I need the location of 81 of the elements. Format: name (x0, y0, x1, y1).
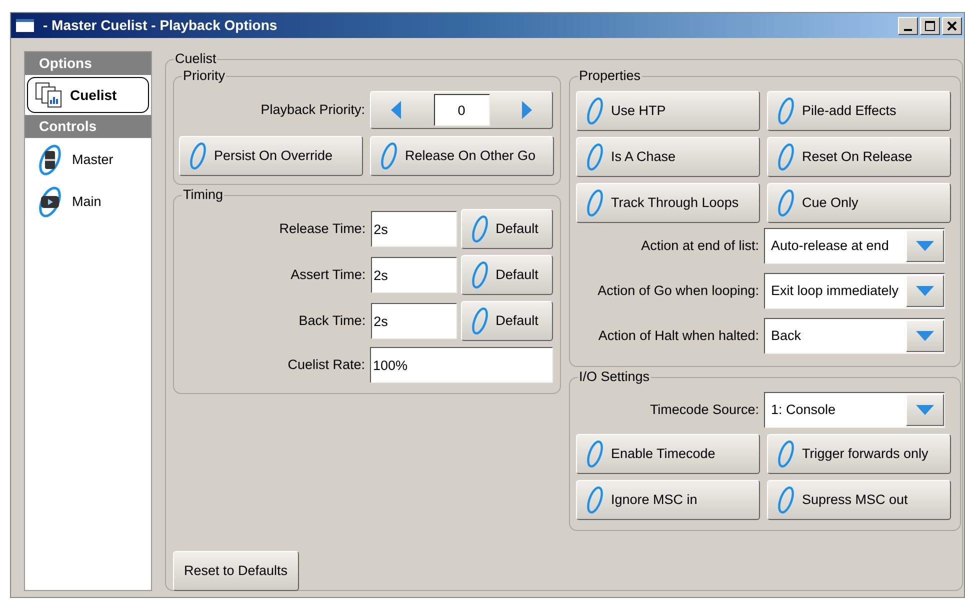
field-label: Action of Halt when halted: (597, 326, 760, 345)
dropdown-value: 1: Console (770, 400, 837, 419)
oval-icon (470, 306, 490, 336)
dropdown-arrow-icon (916, 405, 934, 415)
maximize-icon (925, 20, 935, 30)
close-icon (947, 20, 957, 30)
text-field[interactable]: 2s (370, 211, 457, 247)
field-label: Playback Priority: (260, 100, 366, 119)
oval-icon (470, 214, 490, 244)
toggle-button[interactable]: Enable Timecode (576, 434, 760, 474)
default-button[interactable]: Default (460, 209, 553, 249)
oval-icon (776, 142, 796, 172)
oval-icon (776, 485, 796, 515)
dropdown-arrow-icon (916, 241, 934, 251)
dropdown-value: Auto-release at end (770, 236, 890, 255)
dropdown-value: Exit loop immediately (770, 282, 900, 300)
toggle-button[interactable]: Ignore MSC in (576, 480, 760, 520)
toggle-button[interactable]: Reset On Release (767, 137, 951, 177)
oval-icon (585, 96, 605, 126)
dropdown-arrow-icon (916, 286, 934, 296)
oval-icon (379, 141, 399, 171)
oval-icon (776, 96, 796, 126)
dropdown-button[interactable] (906, 230, 944, 262)
section-header: Controls (25, 115, 151, 138)
toggle-button[interactable]: Track Through Loops (576, 183, 760, 223)
field-label: Back Time: (298, 312, 367, 330)
toggle-button[interactable]: Release On Other Go (370, 136, 554, 176)
priority-field[interactable]: 0 (434, 94, 490, 126)
default-button[interactable]: Default (460, 301, 553, 341)
field-label: Action of Go when looping: (596, 282, 760, 300)
toggle-button[interactable]: Pile-add Effects (767, 91, 951, 131)
text-field[interactable]: 100% (370, 347, 553, 383)
minimize-icon (904, 28, 912, 30)
decrease-button[interactable] (391, 101, 401, 119)
toggle-button[interactable]: Is A Chase (576, 137, 760, 177)
oval-icon (470, 260, 490, 290)
oval-icon (776, 439, 796, 469)
dropdown-button[interactable] (906, 275, 944, 307)
toggle-button[interactable]: Trigger forwards only (767, 434, 951, 474)
dropdown[interactable]: Back (764, 318, 945, 354)
left-arrow-icon (391, 101, 401, 119)
oval-icon (585, 142, 605, 172)
oval-icon (585, 485, 605, 515)
dropdown-button[interactable] (906, 394, 944, 426)
documents-chart-icon (34, 81, 64, 109)
window-title: - Master Cuelist - Playback Options (43, 16, 278, 35)
sidebar-item[interactable]: Cuelist (27, 77, 149, 113)
dropdown-button[interactable] (906, 320, 944, 352)
section-header: Options (25, 52, 151, 75)
dropdown-arrow-icon (916, 331, 934, 341)
default-button[interactable]: Default (460, 255, 553, 295)
field-label: Assert Time: (290, 266, 367, 284)
text-field[interactable]: 2s (370, 303, 457, 339)
oval-icon (188, 141, 208, 171)
dropdown[interactable]: Auto-release at end (764, 228, 945, 264)
dropdown[interactable]: Exit loop immediately (764, 273, 945, 309)
text-field[interactable]: 2s (370, 257, 457, 293)
window-icon (15, 18, 35, 33)
toggle-button[interactable]: Use HTP (576, 91, 760, 131)
field-label: Timecode Source: (648, 400, 760, 419)
group-title: Properties (578, 68, 642, 84)
toggle-button[interactable]: Cue Only (767, 183, 951, 223)
group-title: Timing (182, 187, 224, 203)
dropdown-value: Back (770, 326, 802, 345)
reset-defaults-button[interactable]: Reset to Defaults (173, 551, 299, 591)
field-label: Cuelist Rate: (286, 356, 366, 374)
group-title: I/O Settings (578, 369, 651, 385)
oval-icon (776, 188, 796, 218)
minimize-button[interactable] (898, 16, 918, 34)
increase-button[interactable] (522, 101, 532, 119)
field-label: Action at end of list: (640, 236, 760, 255)
toggle-button[interactable]: Persist On Override (179, 136, 363, 176)
group-title: Priority (182, 68, 226, 84)
close-button[interactable] (942, 16, 962, 34)
field-label: Release Time: (278, 220, 367, 238)
maximize-button[interactable] (920, 16, 940, 34)
oval-icon (585, 188, 605, 218)
oval-icon (585, 439, 605, 469)
dropdown[interactable]: 1: Console (764, 392, 945, 428)
right-arrow-icon (522, 101, 532, 119)
toggle-button[interactable]: Supress MSC out (767, 480, 951, 520)
